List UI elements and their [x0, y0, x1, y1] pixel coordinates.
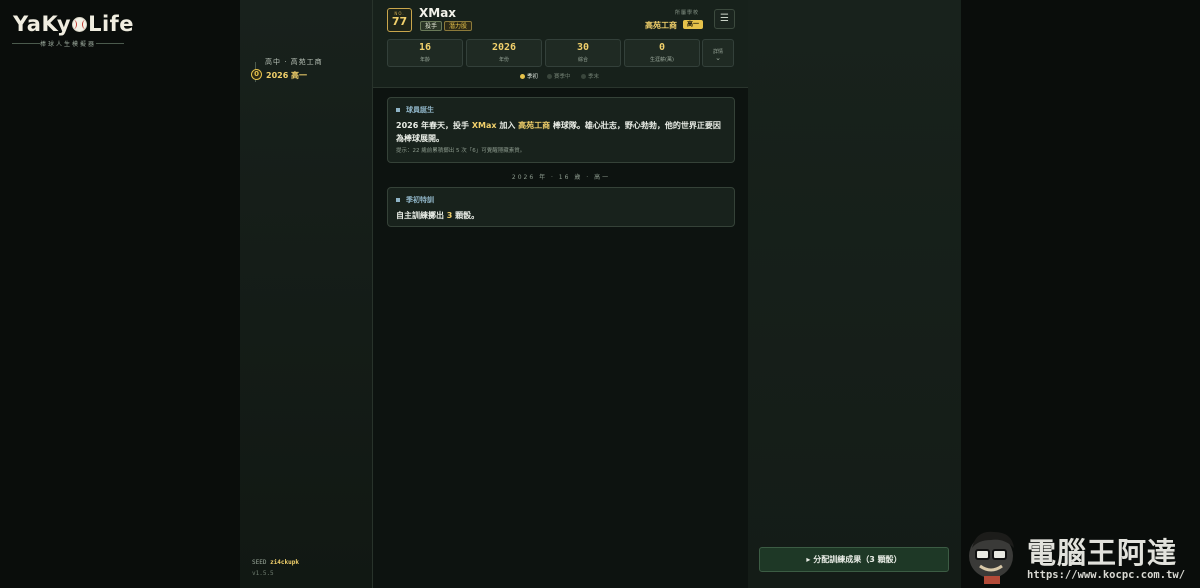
watermark-text: 電腦王阿達 [1027, 536, 1178, 570]
main-content [373, 0, 748, 588]
chevron-down-icon: ⌄ [715, 54, 721, 62]
phase-dot-icon [520, 74, 525, 79]
event-body: 2026 年春天，投手 XMax 加入 高苑工商 棒球隊。雄心壯志，野心勃勃，他… [396, 121, 721, 143]
sidebar [240, 0, 373, 588]
seed-display: SEED zi4ckupk [252, 559, 299, 566]
timeline-separator: 2026 年 · 16 歲 · 高一 [511, 174, 611, 181]
version-label: v1.5.5 [252, 570, 274, 577]
stat-age: 16 年齡 [387, 39, 463, 67]
stat-career-salary: 0 生涯薪(萬) [624, 39, 700, 67]
stage-label: 高中 · 高苑工商 [265, 58, 323, 66]
logo-subtitle: 棒球人生模擬器 [12, 39, 124, 48]
school-name: 高苑工商 [645, 21, 677, 30]
right-panel [748, 0, 961, 588]
potential-tag: 潛力股 [444, 21, 473, 31]
phase-dot-icon [547, 74, 552, 79]
phase-mid-season: 賽季中 [547, 72, 571, 80]
stage-marker-icon[interactable]: 0 [251, 69, 262, 80]
stat-year: 2026 年份 [466, 39, 542, 67]
menu-button[interactable]: ☰ [714, 9, 735, 29]
jersey-number-badge: NO. 77 [387, 8, 412, 32]
training-title: 季初特訓 [396, 195, 434, 205]
phase-early-season: 季初 [520, 72, 538, 80]
school-label: 所屬學校 [675, 10, 700, 16]
hamburger-icon: ☰ [720, 13, 729, 24]
details-button[interactable]: 詳情 ⌄ [702, 39, 734, 67]
event-card-player-born: 球員誕生 2026 年春天，投手 XMax 加入 高苑工商 棒球隊。雄心壯志，野… [387, 97, 735, 163]
baseball-icon [72, 17, 88, 32]
event-card-training: 季初特訓 自主訓練擲出 3 顆骰。 [387, 187, 735, 227]
assign-training-button[interactable]: ▸ 分配訓練成果（3 顆骰） [759, 547, 949, 572]
stat-overall: 30 綜合 [545, 39, 621, 67]
jersey-number: 77 [391, 15, 408, 28]
event-title: 球員誕生 [396, 105, 434, 115]
app-logo: YaKy Life [13, 12, 135, 36]
seed-value: zi4ckupk [270, 559, 299, 566]
position-tag: 投手 [420, 21, 443, 31]
mascot-logo [969, 531, 1014, 584]
event-hint: 提示：22 歲前累積擲出 5 次「6」可覺醒隱藏素質。 [396, 148, 526, 154]
phase-dot-icon [581, 74, 586, 79]
grade-badge: 高一 [683, 20, 704, 29]
training-body: 自主訓練擲出 3 顆骰。 [396, 211, 480, 220]
player-name: XMax [419, 6, 457, 20]
stage-year[interactable]: 2026 高一 [266, 70, 307, 81]
phase-late-season: 季末 [581, 72, 599, 80]
watermark-url: https://www.kocpc.com.tw/ [1027, 569, 1186, 581]
